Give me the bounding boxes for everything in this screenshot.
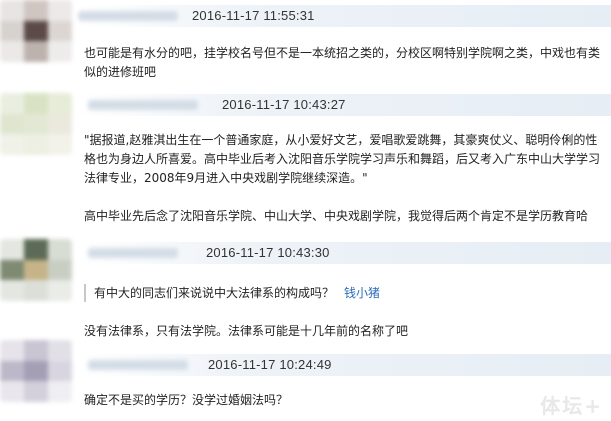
comment-item: 2016-11-17 10:24:49 确定不是买的学历？没学过婚姻法吗？ — [0, 340, 611, 421]
watermark-logo: 体坛+ — [540, 394, 603, 418]
quoted-reply-author-link[interactable]: 钱小猪 — [344, 286, 380, 300]
avatar[interactable] — [0, 239, 72, 301]
quoted-reply: 有中大的同志们来说说中大法律系的构成吗？ 钱小猪 — [84, 284, 380, 302]
comment-item: 2016-11-17 10:43:27 "据报道,赵雅淇出生在一个普通家庭，从小… — [0, 93, 611, 233]
comment-timestamp: 2016-11-17 10:43:30 — [206, 245, 330, 260]
comment-timestamp: 2016-11-17 11:55:31 — [192, 8, 315, 23]
comment-meta-bar: 2016-11-17 10:24:49 — [78, 354, 611, 376]
avatar[interactable] — [0, 340, 72, 402]
comment-text-line: 法律专业，2008年9月进入中央戏剧学院继续深造。" — [84, 171, 368, 185]
comment-timestamp: 2016-11-17 10:43:27 — [222, 97, 346, 112]
comment-text-line: 确定不是买的学历？没学过婚姻法吗？ — [84, 393, 289, 407]
comment-item: 2016-11-17 11:55:31 也可能是有水分的吧，挂学校名号但不是一本… — [0, 0, 611, 90]
username-blurred[interactable] — [88, 360, 188, 370]
comment-meta-bar: 2016-11-17 10:43:30 — [78, 242, 611, 264]
quoted-reply-text: 有中大的同志们来说说中大法律系的构成吗？ — [94, 286, 335, 300]
comment-text-line: "据报道,赵雅淇出生在一个普通家庭，从小爱好文艺，爱唱歌爱跳舞，其豪爽仗义、聪明… — [84, 133, 598, 147]
comment-meta-bar: 2016-11-17 10:43:27 — [78, 94, 611, 116]
avatar[interactable] — [0, 93, 72, 155]
comment-text-line: 高中毕业先后念了沈阳音乐学院、中山大学、中央戏剧学院，我觉得后两个肯定不是学历教… — [84, 209, 589, 223]
comment-text-line: 格也为身边人所喜爱。高中毕业后考入沈阳音乐学院学习声乐和舞蹈，后又考入广东中山大… — [84, 152, 601, 166]
username-blurred[interactable] — [88, 248, 178, 258]
username-blurred[interactable] — [88, 100, 198, 110]
comment-text-line: 没有法律系，只有法学院。法律系可能是十几年前的名称了吧 — [84, 324, 409, 338]
comment-text-line: 也可能是有水分的吧，挂学校名号但不是一本统招之类的，分校区啊特别学院啊之类，中戏… — [84, 46, 601, 60]
comment-timestamp: 2016-11-17 10:24:49 — [208, 357, 332, 372]
comment-item: 2016-11-17 10:43:30 有中大的同志们来说说中大法律系的构成吗？… — [0, 239, 611, 339]
comment-meta-bar: 2016-11-17 11:55:31 — [78, 5, 611, 27]
avatar[interactable] — [0, 0, 72, 62]
comment-text-line: 似的进修班吧 — [84, 65, 157, 79]
username-blurred[interactable] — [78, 11, 178, 21]
